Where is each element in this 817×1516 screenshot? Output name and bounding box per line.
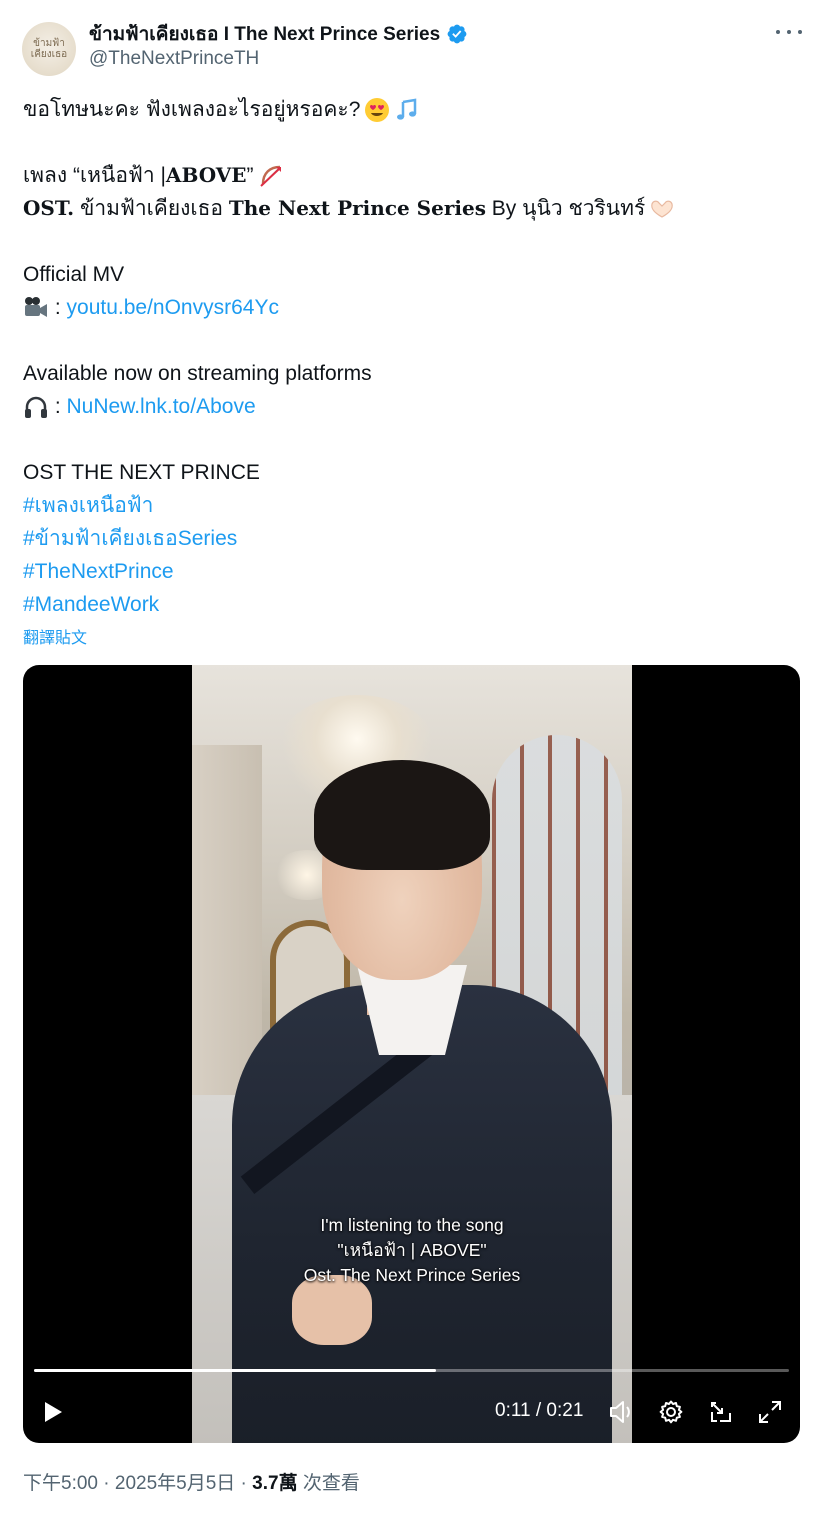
hashtag-link[interactable]: #ข้ามฟ้าเคียงเธอSeries: [23, 522, 237, 555]
mv-link-line: : youtu.be/nOnvysr64Yc: [23, 291, 793, 324]
display-name[interactable]: ข้ามฟ้าเคียงเธอ I The Next Prince Series: [89, 19, 440, 49]
hashtag-line: #MandeeWork: [23, 588, 793, 621]
translate-post-link[interactable]: 翻譯貼文: [23, 624, 87, 648]
ost-caps: OST THE NEXT PRINCE: [23, 461, 260, 484]
tweet-intro-text: ขอโทษนะคะ ฟังเพลงอะไรอยู่หรอคะ?: [23, 98, 361, 121]
subtitle-line: "เหนือฟ้า | ABOVE": [337, 1240, 487, 1260]
more-horizontal-icon[interactable]: [776, 22, 802, 42]
meta-separator: ·: [235, 1473, 253, 1494]
video-time: 0:11 / 0:21: [495, 1400, 583, 1422]
video-frame: [192, 665, 632, 1443]
song-suffix: ”: [246, 164, 254, 187]
tweet-song-line: เพลง “เหนือฟ้า | ABOVE ”: [23, 159, 793, 192]
play-icon[interactable]: [37, 1397, 67, 1427]
video-progress-bar[interactable]: [34, 1369, 789, 1372]
settings-icon[interactable]: [656, 1397, 686, 1427]
music-notes-emoji-icon: [397, 98, 417, 120]
meta-separator: ·: [97, 1473, 115, 1494]
movie-camera-emoji-icon: [25, 296, 47, 317]
video-player[interactable]: I'm listening to the song "เหนือฟ้า | AB…: [23, 665, 800, 1443]
person-hair: [314, 760, 490, 870]
song-prefix: เพลง “เหนือฟ้า |: [23, 164, 166, 187]
view-count: 3.7萬: [252, 1473, 298, 1494]
streaming-separator: :: [49, 395, 67, 418]
current-time: 0:11: [495, 1400, 531, 1421]
verified-badge-icon[interactable]: [446, 23, 468, 45]
hashtag-link[interactable]: #TheNextPrince: [23, 555, 174, 588]
hashtag-line: #TheNextPrince: [23, 555, 793, 588]
time-separator: /: [530, 1400, 547, 1421]
mv-label: Official MV: [23, 263, 125, 286]
ost-thai: ข้ามฟ้าเคียงเธอ: [74, 197, 229, 220]
tweet-line-1: ขอโทษนะคะ ฟังเพลงอะไรอยู่หรอคะ?: [23, 93, 793, 126]
streaming-label: Available now on streaming platforms: [23, 362, 372, 385]
heart-eyes-emoji-icon: [365, 97, 390, 122]
duration: 0:21: [546, 1400, 584, 1421]
streaming-link-line: : NuNew.lnk.to/Above: [23, 390, 793, 423]
hashtag-link[interactable]: #เพลงเหนือฟ้า: [23, 489, 153, 522]
volume-icon[interactable]: [606, 1397, 636, 1427]
tweet-ost-line: OST. ข้ามฟ้าเคียงเธอ The Next Prince Ser…: [23, 192, 793, 225]
hashtag-link[interactable]: #MandeeWork: [23, 588, 159, 621]
tweet-time[interactable]: 下午5:00: [23, 1473, 98, 1494]
ost-prefix: OST.: [23, 196, 75, 220]
streaming-link[interactable]: NuNew.lnk.to/Above: [67, 390, 256, 423]
headphones-emoji-icon: [25, 396, 47, 418]
subtitle-line: Ost. The Next Prince Series: [303, 1265, 521, 1285]
ost-series: The Next Prince Series: [228, 196, 486, 220]
heart-hands-emoji-icon: [651, 200, 674, 218]
name-row: ข้ามฟ้าเคียงเธอ I The Next Prince Series: [89, 19, 468, 49]
views-label: 次查看: [297, 1473, 360, 1494]
user-handle[interactable]: @TheNextPrinceTH: [89, 48, 259, 70]
mv-link[interactable]: youtu.be/nOnvysr64Yc: [67, 291, 279, 324]
video-subtitle: I'm listening to the song "เหนือฟ้า | AB…: [192, 1213, 632, 1288]
video-progress-fill: [34, 1369, 436, 1372]
subtitle-line: I'm listening to the song: [320, 1215, 504, 1235]
streaming-label-line: Available now on streaming platforms: [23, 357, 793, 390]
hashtag-line: #ข้ามฟ้าเคียงเธอSeries: [23, 522, 793, 555]
fullscreen-icon[interactable]: [755, 1397, 785, 1427]
mv-label-line: Official MV: [23, 258, 793, 291]
picture-in-picture-icon[interactable]: [706, 1397, 736, 1427]
ost-caps-line: OST THE NEXT PRINCE: [23, 456, 793, 489]
ost-by: By นุนิว ชวรินทร์: [485, 197, 646, 220]
avatar-logo-text: ข้ามฟ้า เคียงเธอ: [30, 38, 68, 60]
tweet-date[interactable]: 2025年5月5日: [115, 1473, 235, 1494]
tweet-text: ขอโทษนะคะ ฟังเพลงอะไรอยู่หรอคะ? เพลง “เห…: [23, 93, 793, 621]
bow-and-arrow-emoji-icon: [259, 165, 281, 187]
avatar[interactable]: ข้ามฟ้า เคียงเธอ: [22, 22, 76, 76]
song-title: ABOVE: [165, 163, 247, 187]
tweet-meta: 下午5:00 · 2025年5月5日 · 3.7萬 次查看: [23, 1468, 360, 1495]
mv-separator: :: [49, 296, 67, 319]
hashtag-line: #เพลงเหนือฟ้า: [23, 489, 793, 522]
